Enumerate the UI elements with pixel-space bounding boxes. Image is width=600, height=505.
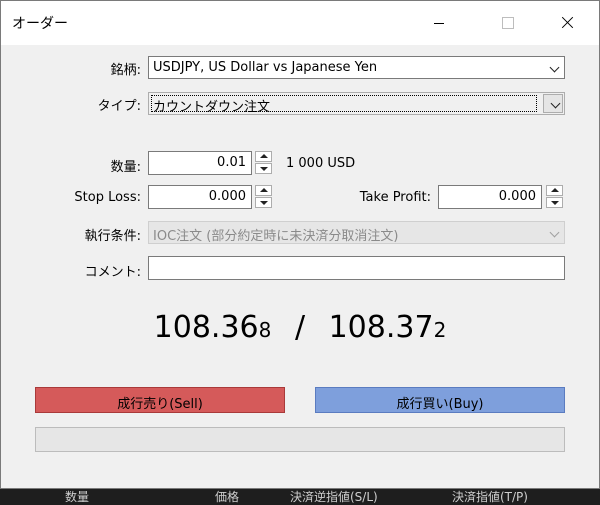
order-type-value: カウントダウン注文	[153, 100, 271, 115]
buy-button[interactable]: 成行買い(Buy)	[315, 387, 565, 413]
minimize-button[interactable]	[416, 1, 462, 45]
fill-policy-dropdown: IOC注文 (部分約定時に未決済分取消注文)	[148, 221, 565, 244]
take-profit-stepper[interactable]	[546, 185, 563, 209]
volume-note: 1 000 USD	[286, 156, 356, 171]
fill-policy-label: 執行条件:	[84, 229, 141, 244]
bid-price-main: 108.36	[153, 310, 259, 345]
maximize-button	[484, 1, 530, 45]
comment-input[interactable]	[148, 256, 565, 280]
stop-loss-down-icon[interactable]	[255, 197, 272, 208]
chevron-down-icon	[549, 62, 560, 73]
close-button[interactable]	[544, 1, 590, 45]
ask-price-pip: 2	[433, 318, 447, 342]
order-progress-bar	[35, 427, 565, 452]
volume-input[interactable]: 0.01	[148, 151, 252, 175]
ask-price-main: 108.37	[328, 310, 434, 345]
background-column-stop-loss: 決済逆指値(S/L)	[290, 490, 378, 504]
comment-label: コメント:	[84, 265, 141, 280]
take-profit-down-icon[interactable]	[546, 197, 563, 208]
volume-down-icon[interactable]	[255, 163, 272, 174]
stop-loss-label: Stop Loss:	[74, 190, 141, 205]
title-bar: オーダー	[1, 1, 599, 45]
take-profit-input[interactable]: 0.000	[438, 185, 542, 209]
order-dialog: オーダー 銘柄: USDJPY, US Dollar vs Japanese Y…	[0, 0, 600, 489]
fill-policy-value: IOC注文 (部分約定時に未決済分取消注文)	[153, 229, 399, 244]
volume-stepper[interactable]	[255, 151, 272, 175]
bid-price-pip: 8	[258, 318, 272, 342]
chevron-down-icon	[549, 227, 560, 238]
background-column-take-profit: 決済指値(T/P)	[452, 490, 528, 504]
type-label: タイプ:	[97, 99, 141, 114]
stop-loss-input[interactable]: 0.000	[148, 185, 252, 209]
volume-up-icon[interactable]	[255, 151, 272, 162]
background-column-volume: 数量	[65, 490, 90, 504]
bid-price: 108.368	[154, 310, 272, 345]
ask-price: 108.372	[329, 310, 447, 345]
stop-loss-up-icon[interactable]	[255, 185, 272, 196]
price-separator: /	[294, 310, 306, 345]
stop-loss-stepper[interactable]	[255, 185, 272, 209]
window-title: オーダー	[12, 16, 68, 32]
maximize-icon	[502, 17, 514, 29]
take-profit-up-icon[interactable]	[546, 185, 563, 196]
bid-ask-display: 108.368 / 108.372	[1, 310, 599, 345]
order-type-dropdown[interactable]: カウントダウン注文	[148, 92, 565, 115]
symbol-value: USDJPY, US Dollar vs Japanese Yen	[153, 60, 378, 75]
background-column-price: 価格	[215, 490, 240, 504]
sell-button[interactable]: 成行売り(Sell)	[35, 387, 285, 413]
minimize-icon	[434, 23, 444, 24]
symbol-dropdown[interactable]: USDJPY, US Dollar vs Japanese Yen	[148, 56, 565, 79]
symbol-label: 銘柄:	[110, 63, 141, 78]
take-profit-label: Take Profit:	[359, 190, 431, 205]
volume-label: 数量:	[110, 160, 141, 175]
